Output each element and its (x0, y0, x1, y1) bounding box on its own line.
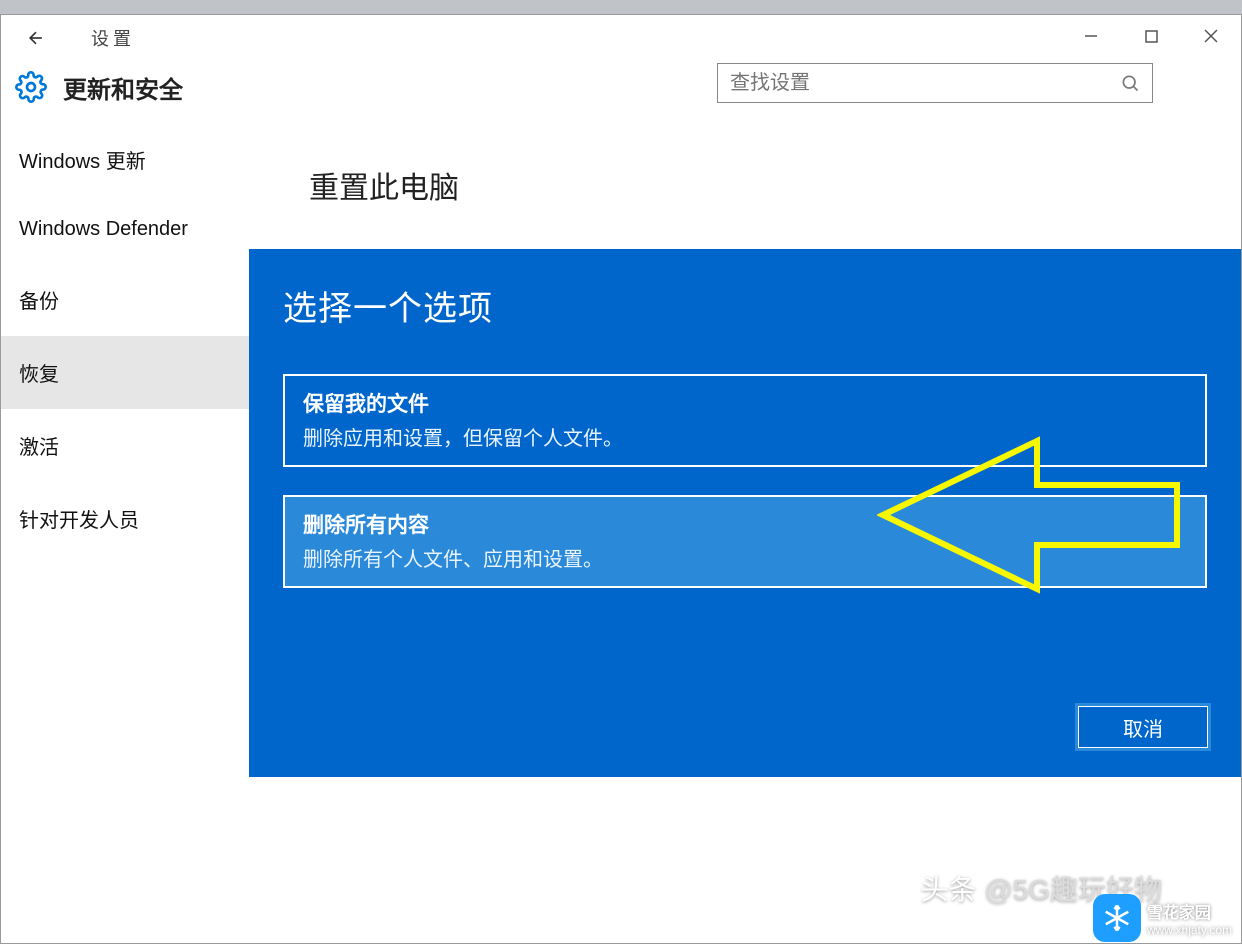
option-title: 保留我的文件 (303, 388, 1187, 418)
sidebar-item-recovery[interactable]: 恢复 (1, 336, 249, 409)
dialog-title: 选择一个选项 (283, 281, 1207, 330)
gear-icon (13, 69, 49, 105)
section-title: 更新和安全 (63, 70, 183, 105)
reset-dialog: 选择一个选项 保留我的文件 删除应用和设置，但保留个人文件。 删除所有内容 删除… (249, 249, 1241, 777)
sidebar-item-label: Windows 更新 (19, 151, 146, 173)
sidebar-item-activation[interactable]: 激活 (1, 409, 249, 482)
sidebar-item-defender[interactable]: Windows Defender (1, 196, 249, 263)
cancel-label: 取消 (1123, 713, 1163, 742)
snowflake-icon (1093, 894, 1141, 942)
titlebar: 设置 (1, 15, 1241, 61)
sidebar-item-label: 恢复 (19, 364, 59, 386)
window-title: 设置 (91, 25, 135, 51)
maximize-icon (1145, 30, 1158, 43)
sidebar-item-label: 针对开发人员 (19, 510, 139, 532)
sidebar-item-windows-update[interactable]: Windows 更新 (1, 123, 249, 196)
close-icon (1204, 29, 1218, 43)
watermark: 雪花家园 www.xhjaty.com (1093, 894, 1232, 942)
search-box[interactable] (717, 63, 1153, 103)
watermark-text: 雪花家园 www.xhjaty.com (1147, 899, 1232, 937)
sidebar-item-backup[interactable]: 备份 (1, 263, 249, 336)
sidebar-item-label: 备份 (19, 291, 59, 313)
arrow-annotation-icon (877, 435, 1197, 595)
maximize-button[interactable] (1121, 15, 1181, 57)
header-row: 更新和安全 (1, 61, 1241, 123)
sidebar-item-label: Windows Defender (19, 218, 188, 240)
window-controls (1061, 15, 1241, 57)
back-button[interactable] (23, 25, 49, 51)
close-button[interactable] (1181, 15, 1241, 57)
arrow-left-icon (26, 28, 46, 48)
sidebar: Windows 更新 Windows Defender 备份 恢复 激活 针对开… (1, 123, 249, 923)
minimize-button[interactable] (1061, 15, 1121, 57)
sidebar-item-label: 激活 (19, 437, 59, 459)
search-input[interactable] (730, 72, 1120, 95)
cancel-button[interactable]: 取消 (1077, 705, 1209, 749)
search-icon (1120, 73, 1140, 93)
content-heading: 重置此电脑 (309, 163, 1181, 207)
minimize-icon (1084, 29, 1098, 43)
sidebar-item-developers[interactable]: 针对开发人员 (1, 482, 249, 555)
settings-window: 设置 更新和安全 W (0, 14, 1242, 944)
